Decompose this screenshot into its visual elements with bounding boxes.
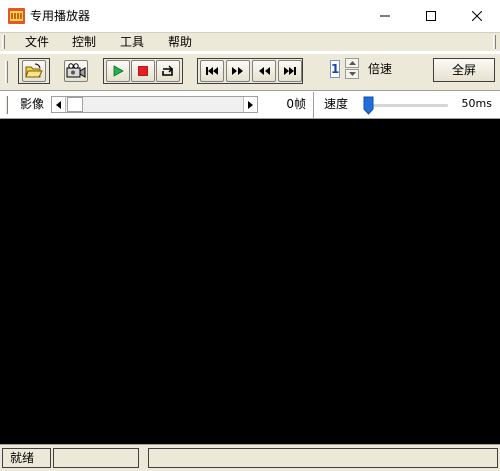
menu-help[interactable]: 帮助 bbox=[168, 34, 192, 50]
frame-label: 影像 bbox=[20, 97, 45, 111]
status-pane-2 bbox=[53, 448, 139, 468]
status-text: 就绪 bbox=[2, 448, 51, 468]
arrow-right-icon bbox=[248, 100, 253, 109]
folder-open-icon bbox=[25, 63, 43, 78]
menu-bar-grip-right bbox=[493, 35, 496, 49]
stop-button[interactable] bbox=[131, 60, 155, 82]
menu-control[interactable]: 控制 bbox=[72, 34, 96, 50]
maximize-button[interactable] bbox=[408, 0, 454, 32]
frame-bar-grip[interactable] bbox=[5, 96, 8, 114]
toolbar-grip[interactable] bbox=[5, 61, 8, 83]
fast-forward-button[interactable] bbox=[226, 60, 250, 82]
menu-file[interactable]: 文件 bbox=[25, 34, 49, 50]
speed-multiplier-down-button[interactable] bbox=[345, 69, 359, 79]
speed-label: 速度 bbox=[324, 97, 349, 111]
status-pane-3 bbox=[148, 448, 498, 468]
speed-multiplier-up-button[interactable] bbox=[345, 58, 359, 68]
rewind-button[interactable] bbox=[252, 60, 276, 82]
frame-scroll-right-button[interactable] bbox=[243, 97, 257, 112]
loop-button[interactable] bbox=[156, 60, 180, 82]
frame-count: 0帧 bbox=[286, 97, 306, 111]
bar-separator bbox=[313, 92, 315, 118]
speed-multiplier-label: 倍速 bbox=[368, 62, 393, 76]
camera-button[interactable] bbox=[64, 60, 88, 82]
play-button[interactable] bbox=[106, 60, 130, 82]
video-display[interactable] bbox=[0, 119, 500, 444]
speed-value: 50ms bbox=[461, 97, 492, 110]
minimize-icon bbox=[380, 15, 390, 17]
slider-thumb-icon bbox=[363, 96, 374, 115]
camera-icon bbox=[66, 63, 86, 78]
menu-tools[interactable]: 工具 bbox=[120, 34, 144, 50]
arrow-left-icon bbox=[56, 100, 61, 109]
maximize-icon bbox=[426, 11, 436, 21]
first-frame-button[interactable] bbox=[200, 60, 224, 82]
speed-slider-thumb[interactable] bbox=[363, 96, 374, 115]
player-app-icon bbox=[8, 8, 25, 24]
frame-scroll-thumb[interactable] bbox=[67, 97, 83, 112]
rewind-icon bbox=[259, 67, 270, 75]
frame-scroll-left-button[interactable] bbox=[52, 97, 66, 112]
stop-icon bbox=[138, 66, 148, 76]
open-file-button[interactable] bbox=[22, 60, 46, 82]
skip-first-icon bbox=[206, 67, 218, 75]
arrow-up-icon bbox=[348, 61, 356, 65]
arrow-down-icon bbox=[348, 72, 356, 76]
minimize-button[interactable] bbox=[362, 0, 408, 32]
close-button[interactable] bbox=[454, 0, 500, 32]
window-title: 专用播放器 bbox=[30, 9, 91, 23]
close-icon bbox=[472, 11, 482, 21]
speed-slider-track[interactable] bbox=[368, 104, 448, 107]
last-frame-button[interactable] bbox=[278, 60, 302, 82]
skip-last-icon bbox=[284, 67, 296, 75]
fast-forward-icon bbox=[232, 67, 243, 75]
fullscreen-button[interactable]: 全屏 bbox=[433, 58, 495, 82]
speed-multiplier-value[interactable]: 1 bbox=[330, 60, 340, 78]
loop-icon bbox=[162, 65, 173, 76]
menu-bar-grip[interactable] bbox=[2, 35, 5, 49]
play-icon bbox=[113, 65, 124, 77]
